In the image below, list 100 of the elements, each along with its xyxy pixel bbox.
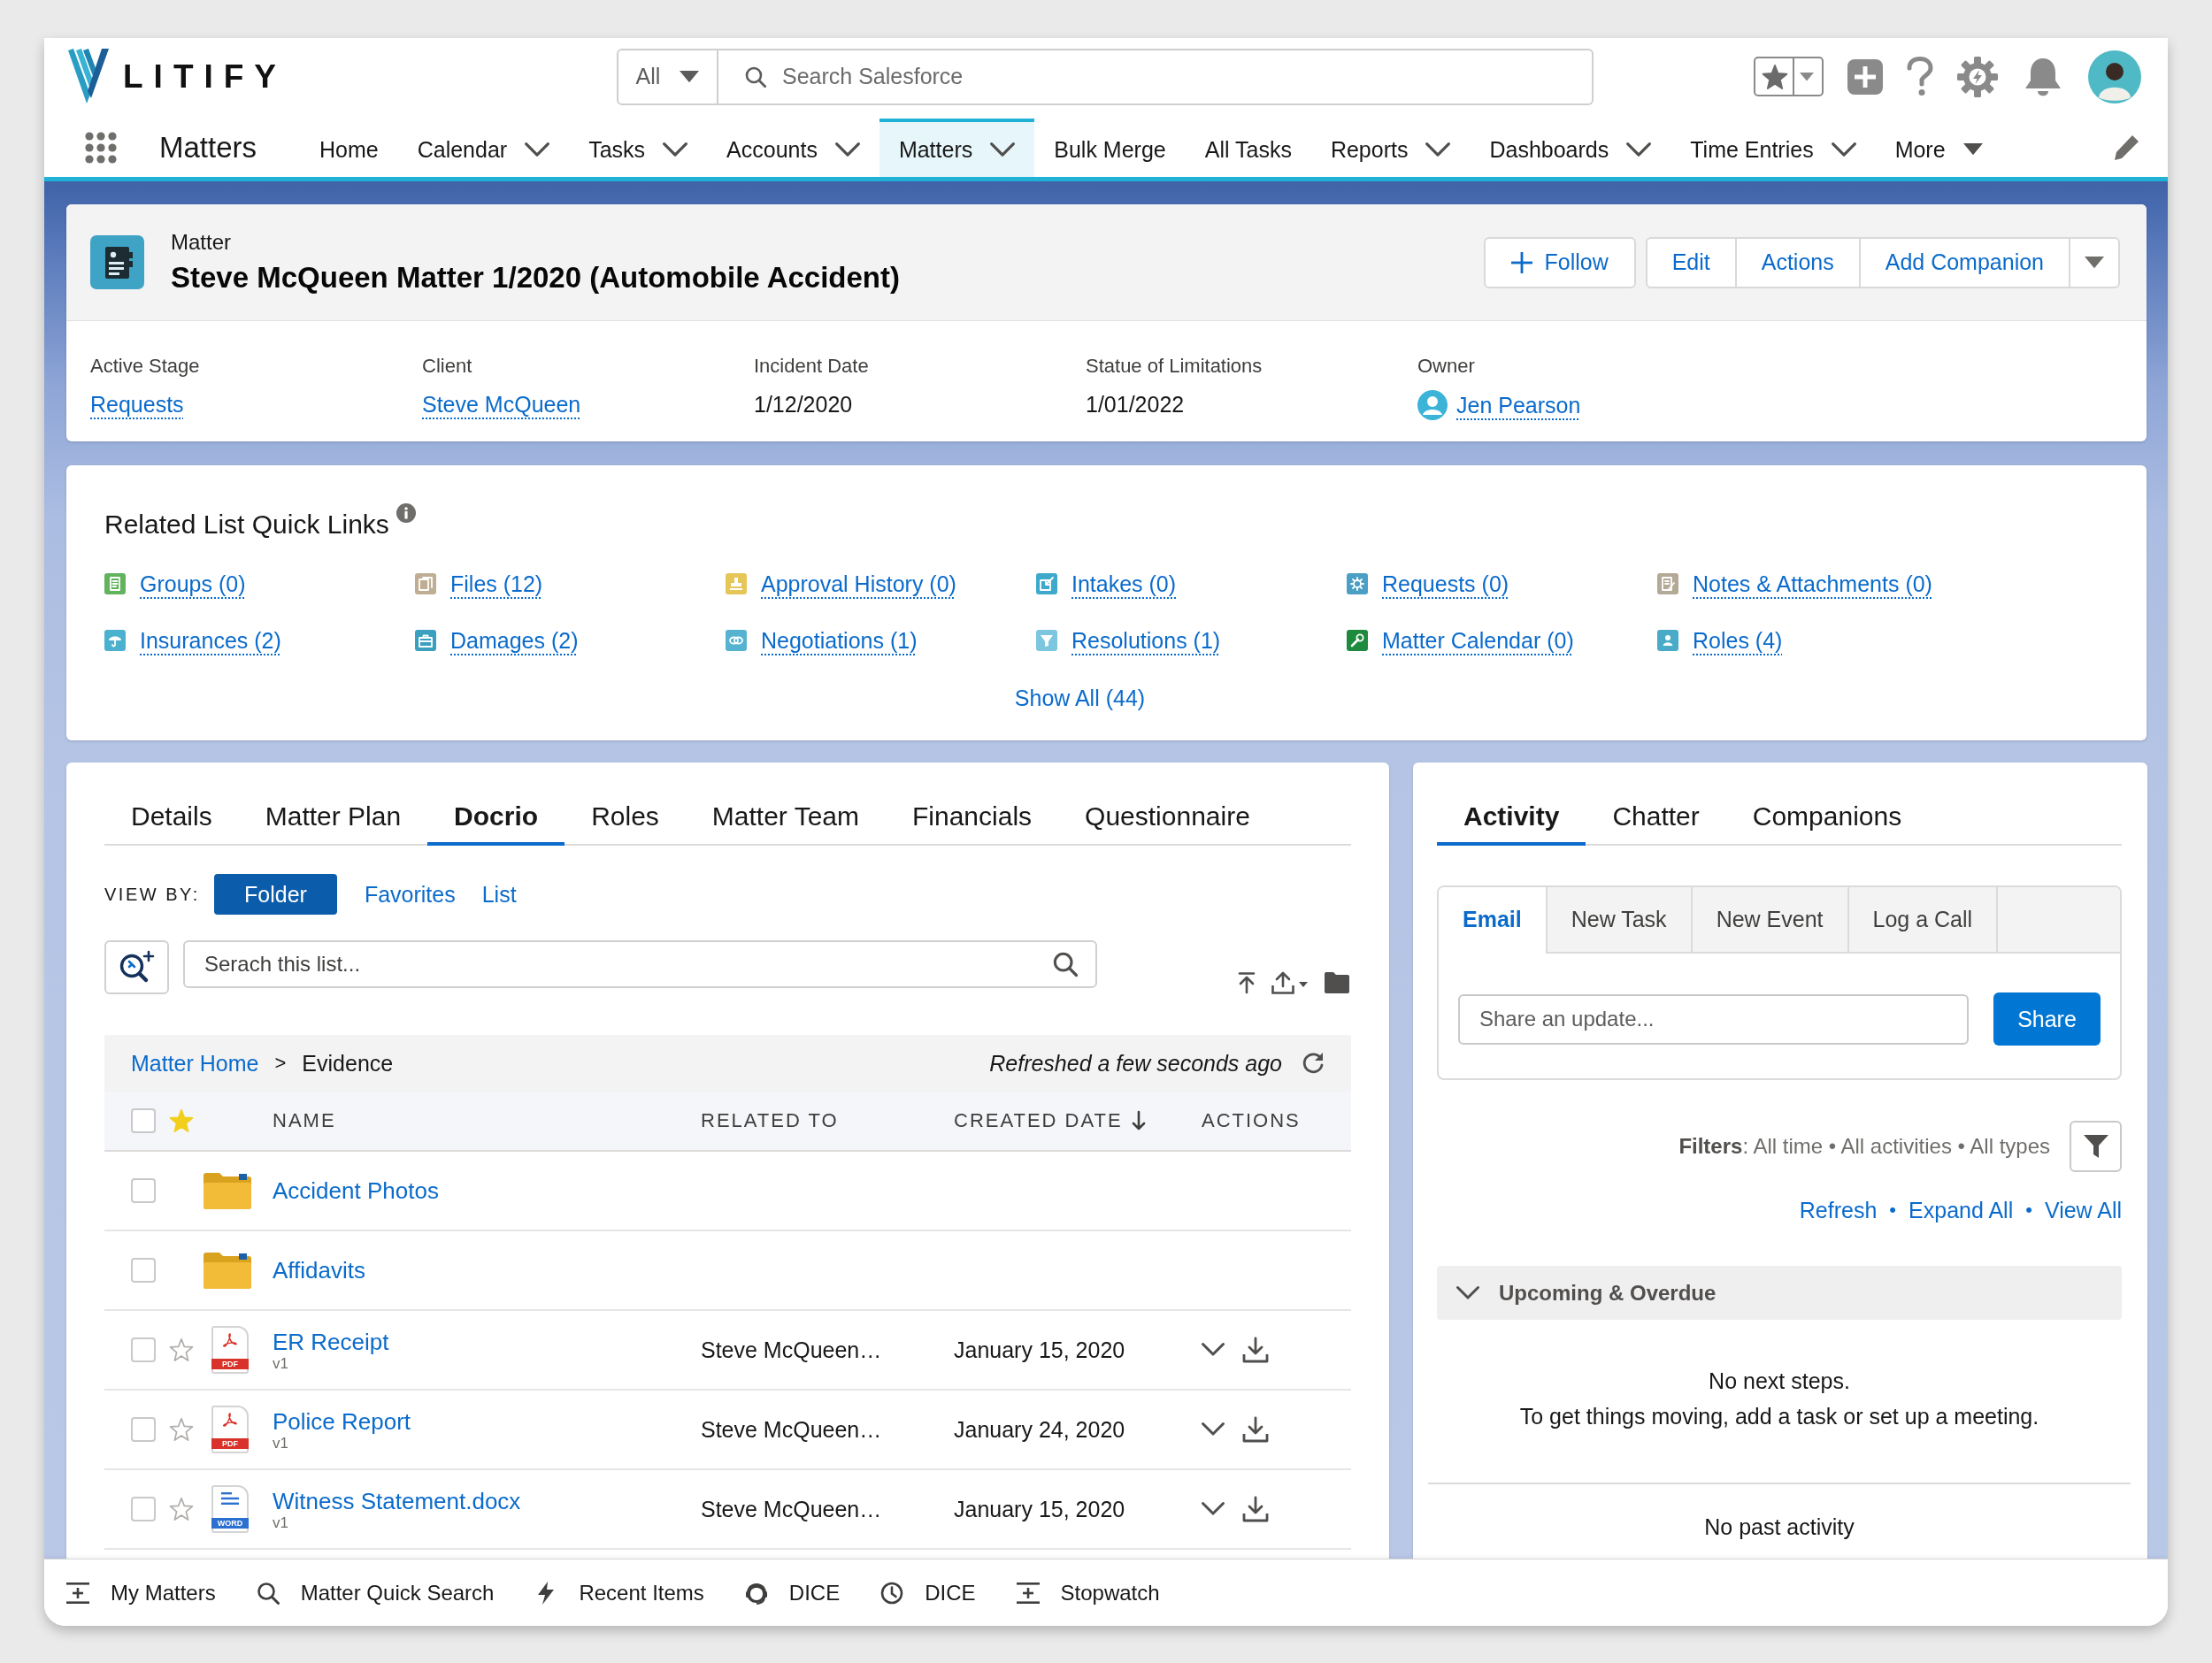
- folder-name-link[interactable]: Affidavits: [273, 1256, 365, 1284]
- tab[interactable]: Details: [104, 787, 239, 846]
- checkbox[interactable]: [131, 1108, 156, 1133]
- utility-bar-item[interactable]: Recent Items: [534, 1580, 704, 1606]
- list-search-field[interactable]: Serach this list...: [183, 940, 1097, 988]
- quick-link[interactable]: Notes & Attachments (0): [1693, 570, 1932, 598]
- activity-link[interactable]: Refresh: [1799, 1197, 1878, 1223]
- view-option[interactable]: List: [468, 874, 530, 915]
- star-icon[interactable]: [170, 1418, 193, 1441]
- publisher-tab[interactable]: Log a Call: [1847, 887, 1997, 954]
- settings-icon[interactable]: [1957, 56, 1998, 97]
- logo-wordmark: LITIFY: [123, 57, 288, 96]
- publisher-tab[interactable]: New Event: [1690, 887, 1847, 954]
- view-option[interactable]: Folder: [214, 874, 337, 915]
- nav-tab[interactable]: Accounts: [707, 119, 879, 177]
- search-scope-dropdown[interactable]: All: [617, 48, 718, 105]
- checkbox[interactable]: [131, 1258, 156, 1283]
- action-button[interactable]: Edit: [1645, 236, 1737, 288]
- activity-link[interactable]: View All: [2044, 1197, 2122, 1223]
- follow-button[interactable]: Follow: [1483, 236, 1636, 288]
- file-name-link[interactable]: ER Receipt: [273, 1328, 389, 1356]
- quick-link[interactable]: Resolutions (1): [1071, 626, 1221, 655]
- search-field[interactable]: Search Salesforce: [718, 48, 1594, 105]
- plus-icon[interactable]: [1847, 58, 1883, 95]
- nav-tab[interactable]: All Tasks: [1185, 119, 1311, 177]
- quick-link[interactable]: Insurances (2): [140, 626, 281, 655]
- quick-link[interactable]: Damages (2): [450, 626, 579, 655]
- tab[interactable]: Docrio: [427, 787, 565, 846]
- view-option[interactable]: Favorites: [350, 874, 469, 915]
- tab[interactable]: Activity: [1437, 787, 1586, 846]
- nav-tab[interactable]: Tasks: [569, 119, 708, 177]
- refresh-icon[interactable]: [1302, 1052, 1325, 1075]
- tab[interactable]: Matter Team: [685, 787, 886, 846]
- help-icon[interactable]: [1907, 57, 1933, 96]
- folder-icon[interactable]: [1325, 972, 1349, 993]
- section-header[interactable]: Upcoming & Overdue: [1437, 1266, 2122, 1320]
- file-name-link[interactable]: Witness Statement.docx: [273, 1487, 521, 1515]
- favorites-button[interactable]: [1754, 57, 1824, 96]
- tab[interactable]: Chatter: [1586, 787, 1726, 846]
- utility-bar-item[interactable]: My Matters: [66, 1580, 216, 1606]
- quick-link[interactable]: Files (12): [450, 570, 543, 598]
- checkbox[interactable]: [131, 1497, 156, 1521]
- filter-button[interactable]: [2070, 1121, 2122, 1172]
- action-button[interactable]: Add Companion: [1858, 236, 2070, 288]
- quick-link[interactable]: Intakes (0): [1071, 570, 1177, 598]
- nav-tab[interactable]: Time Entries: [1671, 119, 1876, 177]
- quick-link[interactable]: Matter Calendar (0): [1382, 626, 1574, 655]
- chevron-down-icon[interactable]: [1202, 1502, 1225, 1516]
- star-icon[interactable]: [170, 1338, 193, 1361]
- advanced-search-button[interactable]: [104, 940, 169, 994]
- filter-icon: [2083, 1135, 2108, 1158]
- download-icon[interactable]: [1242, 1416, 1269, 1443]
- file-name-link[interactable]: Police Report: [273, 1407, 411, 1436]
- tab[interactable]: Matter Plan: [238, 787, 428, 846]
- nav-tab[interactable]: Dashboards: [1470, 119, 1671, 177]
- quick-link[interactable]: Approval History (0): [761, 570, 956, 598]
- quick-link[interactable]: Requests (0): [1382, 570, 1509, 598]
- more-actions-button[interactable]: [2069, 236, 2120, 288]
- chevron-down-icon[interactable]: [1202, 1343, 1225, 1357]
- nav-tab[interactable]: Reports: [1310, 119, 1471, 177]
- download-icon[interactable]: [1242, 1337, 1269, 1363]
- checkbox[interactable]: [131, 1337, 156, 1362]
- tab[interactable]: Companions: [1725, 787, 1929, 846]
- tab[interactable]: Questionnaire: [1058, 787, 1277, 846]
- share-button[interactable]: Share: [1993, 992, 2101, 1046]
- activity-link[interactable]: Expand All: [1909, 1197, 2014, 1223]
- caret-icon: [1962, 143, 1983, 156]
- quick-link[interactable]: Negotiations (1): [761, 626, 918, 655]
- nav-tab[interactable]: Home: [300, 119, 398, 177]
- show-all-link[interactable]: Show All (44): [1014, 680, 1146, 716]
- download-icon[interactable]: [1242, 1496, 1269, 1522]
- owner-link[interactable]: Jen Pearson: [1456, 391, 1581, 419]
- utility-bar-item[interactable]: DICE: [880, 1580, 976, 1606]
- quick-link[interactable]: Roles (4): [1693, 626, 1783, 655]
- nav-tab[interactable]: Bulk Merge: [1034, 119, 1186, 177]
- nav-tab[interactable]: Calendar: [397, 119, 570, 177]
- tab[interactable]: Financials: [886, 787, 1059, 846]
- nav-tab[interactable]: Matters: [879, 119, 1035, 177]
- arrow-up-icon[interactable]: [1238, 972, 1256, 993]
- nav-tab[interactable]: More: [1875, 119, 2002, 177]
- field-link[interactable]: Steve McQueen: [422, 390, 581, 418]
- star-icon[interactable]: [170, 1498, 193, 1521]
- utility-bar-item[interactable]: Matter Quick Search: [256, 1580, 495, 1606]
- action-button[interactable]: Actions: [1734, 236, 1861, 288]
- upload-icon[interactable]: [1271, 971, 1309, 994]
- checkbox[interactable]: [131, 1417, 156, 1442]
- publisher-tab[interactable]: New Task: [1545, 887, 1691, 954]
- utility-bar-item[interactable]: Stopwatch: [1016, 1580, 1160, 1606]
- quick-link[interactable]: Groups (0): [140, 570, 246, 598]
- app-launcher-icon[interactable]: [85, 132, 117, 164]
- tab[interactable]: Roles: [565, 787, 686, 846]
- checkbox[interactable]: [131, 1178, 156, 1203]
- utility-bar-item[interactable]: DICE: [744, 1580, 841, 1606]
- breadcrumb-link[interactable]: Matter Home: [131, 1050, 259, 1077]
- share-update-field[interactable]: Share an update...: [1458, 993, 1969, 1045]
- field-link[interactable]: Requests: [90, 390, 184, 418]
- pencil-icon[interactable]: [2113, 134, 2139, 161]
- avatar-icon[interactable]: [2088, 50, 2141, 103]
- chevron-down-icon[interactable]: [1202, 1422, 1225, 1437]
- folder-name-link[interactable]: Accident Photos: [273, 1176, 439, 1205]
